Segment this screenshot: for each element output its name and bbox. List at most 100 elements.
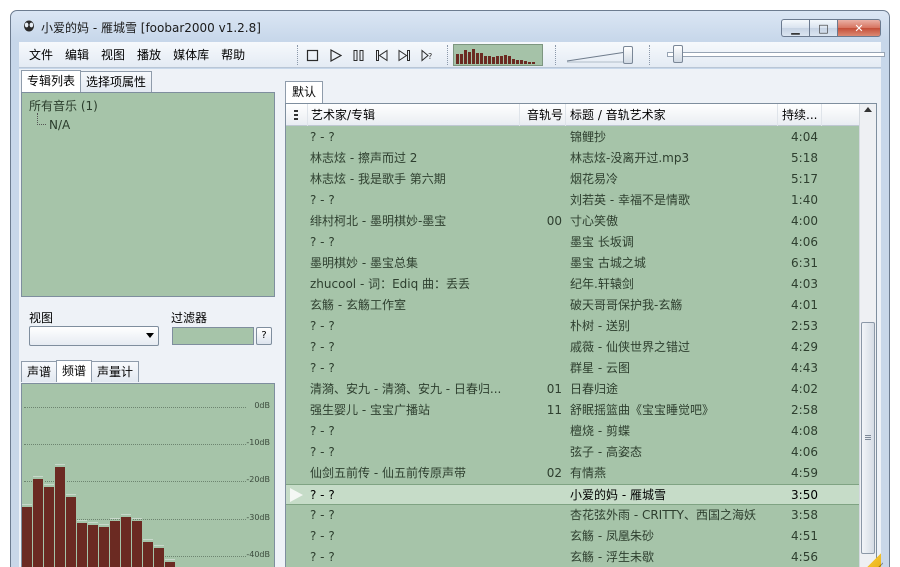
resize-grip-icon[interactable] [855, 553, 881, 567]
column-menu-icon [293, 110, 298, 120]
tree-root-all-music[interactable]: 所有音乐 (1) [29, 97, 98, 114]
menu-view[interactable]: 视图 [95, 42, 131, 68]
row-artist-album: 仙剑五前传 - 仙五前传原声带 [310, 466, 466, 480]
spectrum-peak-cap [110, 518, 120, 519]
spectrum-peak-cap [33, 476, 43, 477]
seek-bar[interactable] [667, 52, 885, 57]
tab-spectrogram[interactable]: 声谱 [21, 361, 58, 382]
volume-thumb[interactable] [623, 46, 633, 64]
scrollbar-thumb[interactable] [861, 322, 875, 554]
row-title: 檀烧 - 剪蝶 [570, 424, 630, 438]
tab-album-list[interactable]: 专辑列表 [21, 70, 82, 92]
column-track-number[interactable]: 音轨号 [520, 104, 566, 126]
playlist-row[interactable]: 玄觞 - 玄觞工作室 破天哥哥保护我-玄觞 4:01 [286, 295, 860, 316]
row-duration: 5:18 [791, 151, 818, 165]
row-artist-album: ? - ? [310, 488, 335, 502]
playlist-row[interactable]: ? - ? 戚薇 - 仙侠世界之错过 4:29 [286, 337, 860, 358]
foobar-alien-icon [24, 20, 34, 32]
row-artist-album: 绯村柯北 - 墨明棋妙-墨宝 [310, 214, 447, 228]
mini-spectrum-bar [512, 59, 515, 64]
playing-column-header[interactable] [286, 104, 308, 126]
random-button[interactable]: ? [416, 45, 439, 65]
spectrum-bar [44, 487, 55, 567]
playlist-row-now-playing[interactable]: ? - ? 小爱的妈 - 雁城雪 3:50 [286, 484, 860, 505]
spectrum-bar [110, 521, 121, 567]
playlist-row[interactable]: 林志炫 - 我是歌手 第六期 烟花易冷 5:17 [286, 169, 860, 190]
mini-spectrum-bar [460, 54, 463, 64]
playlist-row[interactable]: 墨明棋妙 - 墨宝总集 墨宝 古城之城 6:31 [286, 253, 860, 274]
menu-bar: 文件 编辑 视图 播放 媒体库 帮助 [23, 42, 251, 68]
row-duration: 5:17 [791, 172, 818, 186]
row-artist-album: ? - ? [310, 340, 335, 354]
menu-edit[interactable]: 编辑 [59, 42, 95, 68]
filter-input[interactable] [172, 327, 254, 345]
tab-default-playlist[interactable]: 默认 [285, 81, 324, 103]
row-duration: 4:02 [791, 382, 818, 396]
seek-thumb[interactable] [673, 45, 683, 63]
pause-button[interactable] [347, 45, 370, 65]
mini-spectrum-bar [508, 56, 511, 64]
row-title: 锦鲤抄 [570, 130, 607, 144]
filter-help-button[interactable]: ? [256, 327, 272, 345]
minimize-button[interactable]: ▁ [781, 19, 809, 37]
spectrum-bar [66, 497, 77, 567]
playlist-row[interactable]: 清漪、安九 - 清漪、安九 - 日春归... 01 日春归途 4:02 [286, 379, 860, 400]
close-button[interactable]: ✕ [837, 19, 881, 37]
row-duration: 4:43 [791, 361, 818, 375]
menu-help[interactable]: 帮助 [215, 42, 251, 68]
playlist-row[interactable]: ? - ? 朴树 - 送别 2:53 [286, 316, 860, 337]
previous-button[interactable] [370, 45, 393, 65]
mini-spectrum-bar [532, 62, 535, 64]
next-button[interactable] [393, 45, 416, 65]
tab-selection-properties[interactable]: 选择项属性 [80, 71, 153, 92]
playlist-row[interactable]: ? - ? 墨宝 长坂调 4:06 [286, 232, 860, 253]
row-duration: 3:50 [791, 488, 818, 502]
playlist-row[interactable]: ? - ? 杏花弦外雨 - CRITTY、西国之海妖 3:58 [286, 505, 860, 526]
playlist-row[interactable]: 强生婴儿 - 宝宝广播站 11 舒眠摇篮曲《宝宝睡觉吧》 2:58 [286, 400, 860, 421]
maximize-button[interactable]: □ [809, 19, 837, 37]
stop-icon [306, 49, 319, 61]
title-bar[interactable]: 小爱的妈 - 雁城雪 [foobar2000 v1.2.8] ▁ □ ✕ [11, 11, 889, 41]
view-dropdown[interactable] [29, 326, 159, 346]
playlist-row[interactable]: zhucool - 词：Ediq 曲：丢丢 纪年.轩辕剑 4:03 [286, 274, 860, 295]
prev-icon [376, 49, 388, 61]
menu-file[interactable]: 文件 [23, 42, 59, 68]
tab-spectrum[interactable]: 频谱 [56, 360, 93, 382]
playlist-scrollbar[interactable] [859, 104, 876, 567]
spectrum-bar [132, 521, 143, 567]
toolbar: 文件 编辑 视图 播放 媒体库 帮助 ? [19, 42, 885, 68]
menu-playback[interactable]: 播放 [131, 42, 167, 68]
library-tabs: 专辑列表 选择项属性 [21, 70, 153, 92]
spectrum-peak-cap [77, 520, 87, 521]
row-title: 日春归途 [570, 382, 619, 396]
playlist-row[interactable]: ? - ? 弦子 - 高姿态 4:06 [286, 442, 860, 463]
mini-spectrum-bar [472, 49, 475, 64]
tree-node-na[interactable]: N/A [49, 118, 70, 132]
play-button[interactable] [324, 45, 347, 65]
row-duration: 4:01 [791, 298, 818, 312]
db-label: -40dB [246, 550, 270, 559]
row-duration: 4:56 [791, 550, 818, 564]
column-title-artist[interactable]: 标题 / 音轨艺术家 [566, 104, 778, 126]
playlist-row[interactable]: ? - ? 群星 - 云图 4:43 [286, 358, 860, 379]
tree-connector [37, 113, 46, 125]
playlist-row[interactable]: 仙剑五前传 - 仙五前传原声带 02 有情燕 4:59 [286, 463, 860, 484]
row-duration: 4:06 [791, 445, 818, 459]
row-artist-album: 玄觞 - 玄觞工作室 [310, 298, 406, 312]
playlist-row[interactable]: ? - ? 刘若英 - 幸福不是情歌 1:40 [286, 190, 860, 211]
playlist-row[interactable]: ? - ? 檀烧 - 剪蝶 4:08 [286, 421, 860, 442]
stop-button[interactable] [301, 45, 324, 65]
playlist-row[interactable]: 林志炫 - 擦声而过 2 林志炫-没离开过.mp3 5:18 [286, 148, 860, 169]
tab-peak-meter[interactable]: 声量计 [91, 361, 140, 382]
column-duration[interactable]: 持续... [778, 104, 822, 126]
column-artist-album[interactable]: 艺术家/专辑 [308, 104, 520, 126]
menu-library[interactable]: 媒体库 [167, 42, 215, 68]
row-duration: 4:00 [791, 214, 818, 228]
playlist-row[interactable]: ? - ? 玄觞 - 浮生未歇 4:56 [286, 547, 860, 567]
playlist-row[interactable]: 绯村柯北 - 墨明棋妙-墨宝 00 寸心笑傲 4:00 [286, 211, 860, 232]
playlist-row[interactable]: ? - ? 锦鲤抄 4:04 [286, 127, 860, 148]
scroll-up-arrow-icon[interactable] [864, 107, 872, 112]
transport-controls: ? [301, 45, 439, 65]
playlist-row[interactable]: ? - ? 玄觞 - 凤凰朱砂 4:51 [286, 526, 860, 547]
volume-slider[interactable] [565, 44, 641, 66]
